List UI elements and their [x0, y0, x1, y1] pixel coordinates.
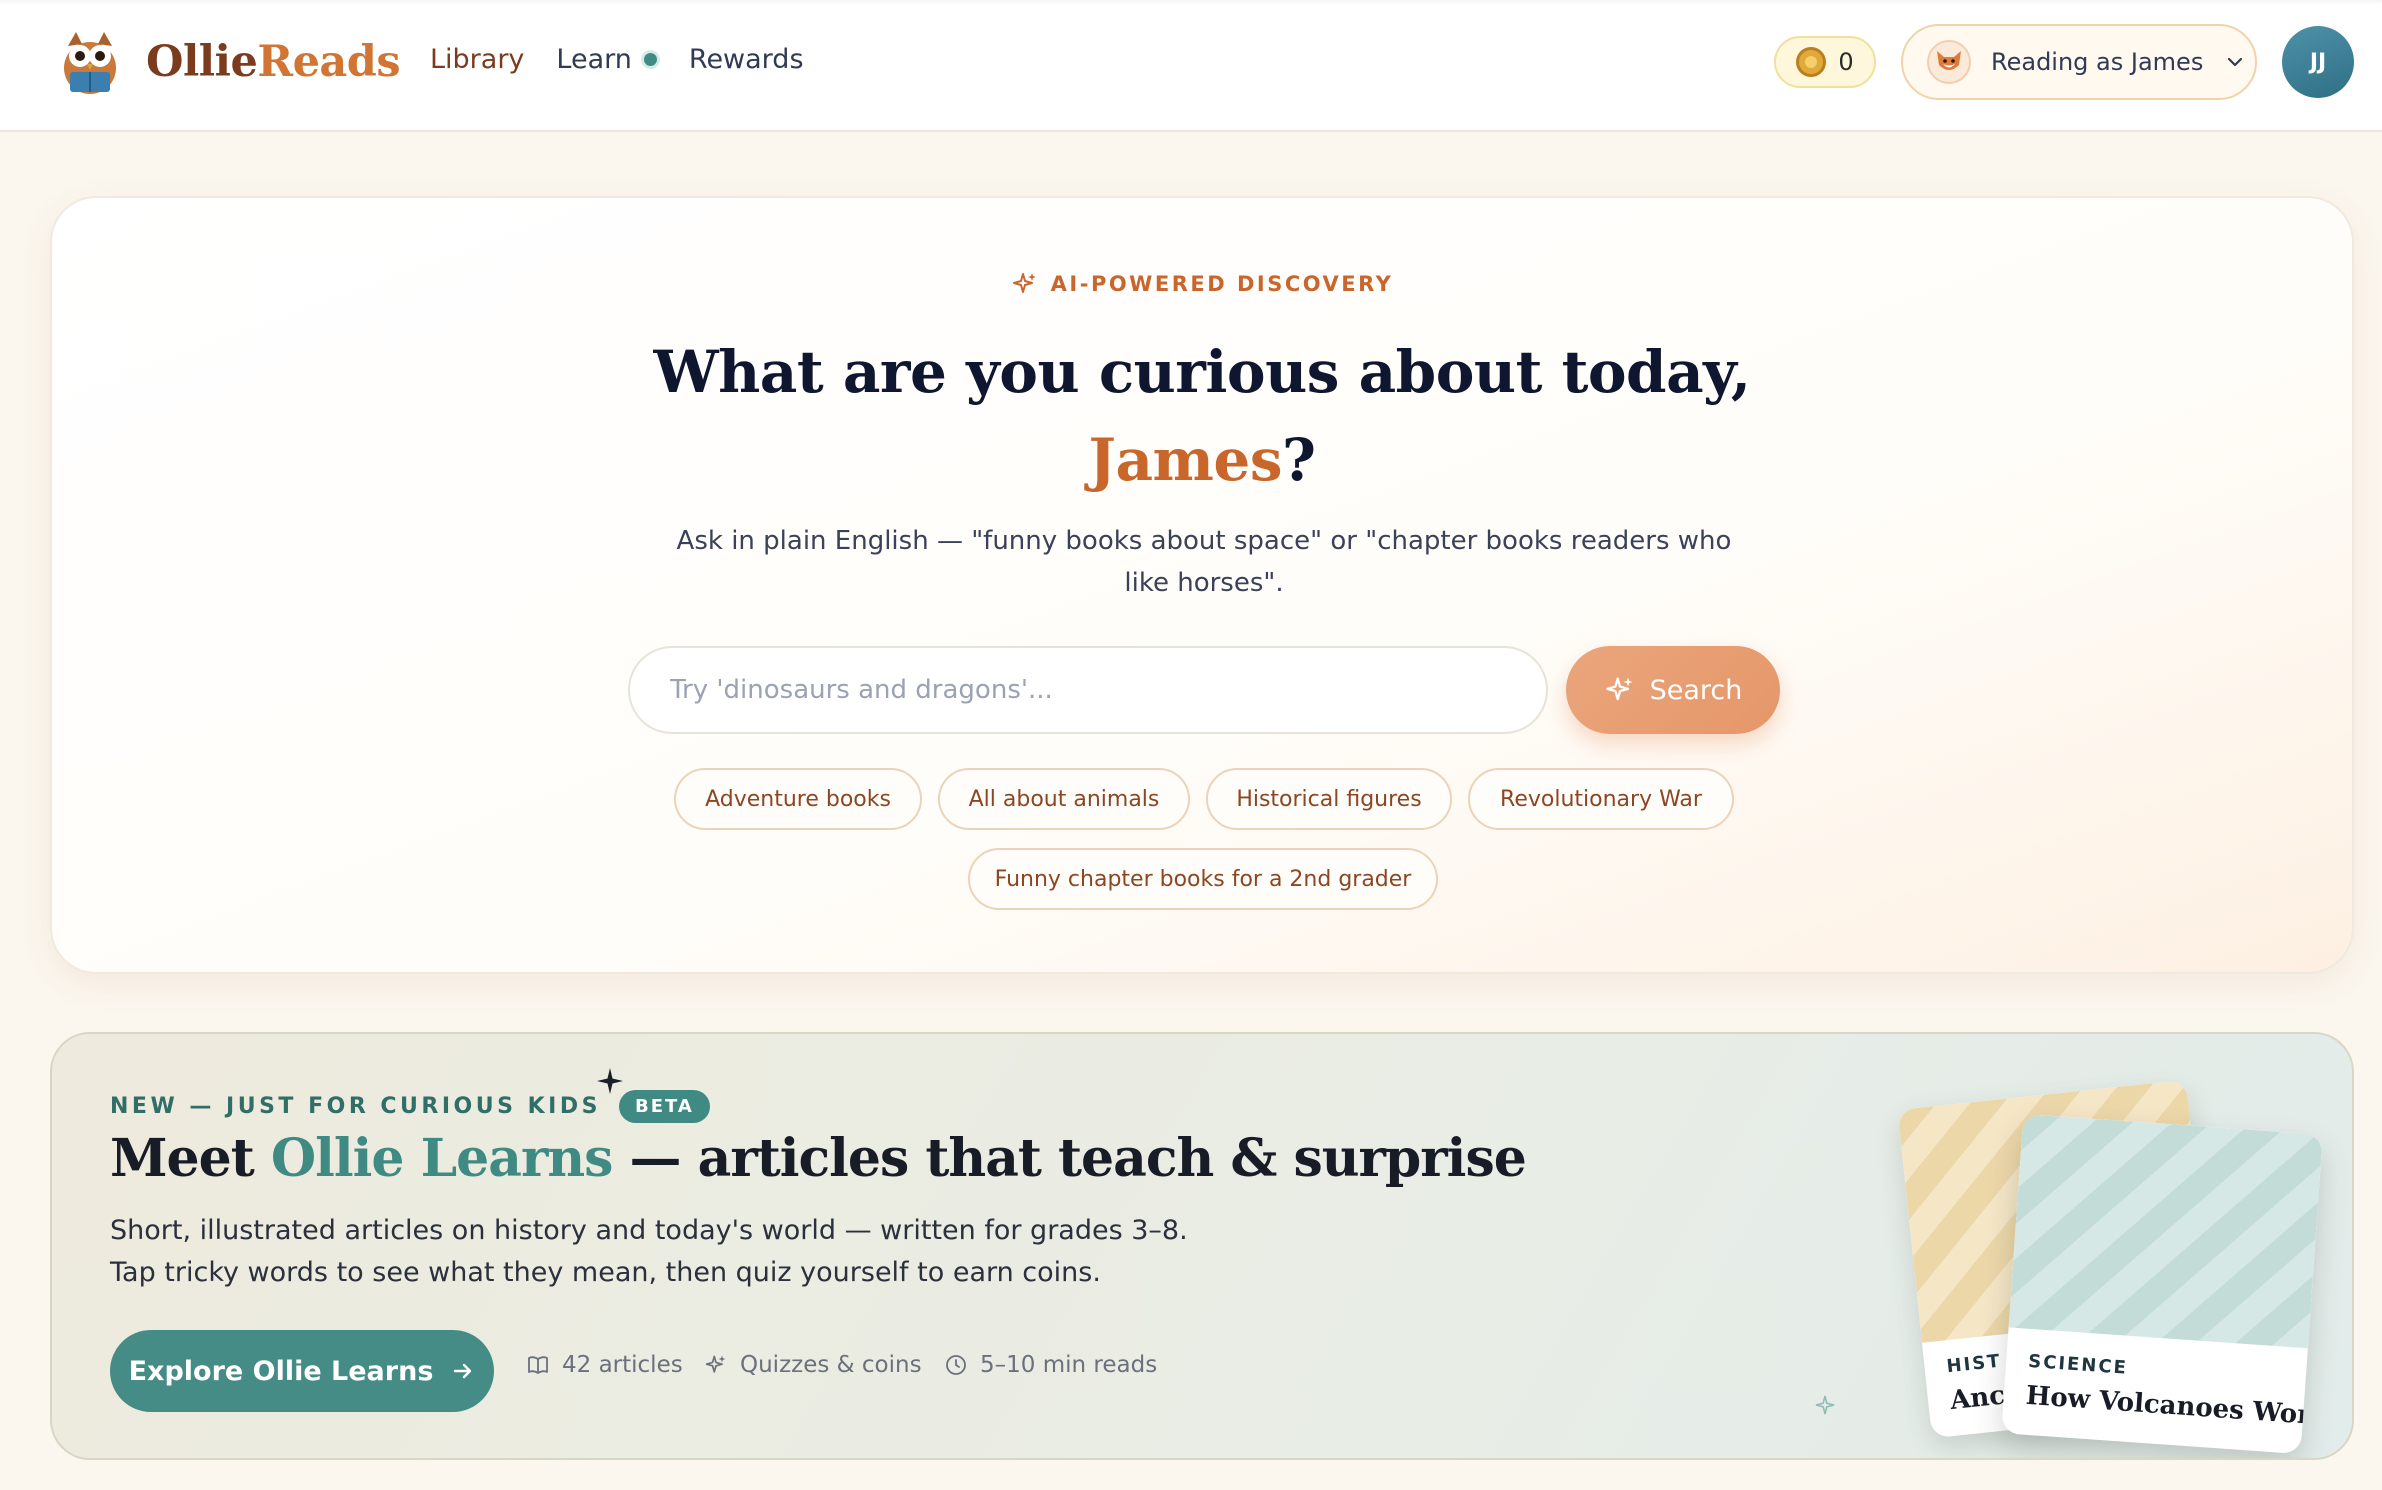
- coin-balance[interactable]: 0: [1774, 36, 1876, 88]
- hero-title-prefix: What are you curious about today,: [653, 338, 1751, 406]
- sparkle-icon: [705, 1355, 726, 1373]
- beta-badge-label: BETA: [634, 1096, 694, 1117]
- hero-title-name: James: [1088, 426, 1283, 494]
- suggestion-chip[interactable]: Historical figures: [1206, 768, 1452, 830]
- sparkle-icon: [1012, 273, 1036, 293]
- learn-title-prefix: Meet: [110, 1128, 271, 1189]
- sparkle-icon: [596, 1068, 623, 1094]
- nav-learn-label: Learn: [556, 44, 632, 75]
- reader-label: Reading as James: [1991, 48, 2204, 76]
- chevron-down-icon: [2228, 57, 2243, 67]
- reader-selector[interactable]: Reading as James: [1901, 24, 2257, 100]
- brand-logo[interactable]: OllieReads: [58, 28, 401, 96]
- discovery-hero: AI-POWERED DISCOVERY What are you curiou…: [50, 196, 2354, 974]
- suggestion-chip[interactable]: Adventure books: [674, 768, 922, 830]
- coin-icon: [1796, 47, 1827, 77]
- suggestion-chip[interactable]: Revolutionary War: [1468, 768, 1734, 830]
- fox-avatar-icon: [1927, 40, 1971, 84]
- top-navbar: OllieReads Library Learn Rewards 0 Readi…: [0, 0, 2382, 132]
- article-category: SCIENCE: [2027, 1350, 2129, 1379]
- learn-title-highlight: Ollie Learns: [270, 1128, 614, 1189]
- hero-subtitle: Ask in plain English — "funny books abou…: [676, 526, 1732, 598]
- article-card-science[interactable]: SCIENCE How Volcanoes Work: [2001, 1113, 2323, 1455]
- book-icon: [528, 1356, 548, 1374]
- explore-button-label: Explore Ollie Learns: [128, 1355, 434, 1387]
- article-illustration: [2008, 1113, 2323, 1349]
- beta-badge: BETA: [596, 1068, 710, 1123]
- arrow-right-icon: [454, 1363, 472, 1379]
- ollie-learns-banner: NEW — JUST FOR CURIOUS KIDS BETA Meet Ol…: [50, 1032, 2354, 1460]
- meta-articles-text: 42 articles: [562, 1352, 683, 1378]
- article-title: How Volcanoes Work: [2024, 1380, 2323, 1432]
- brand-name-part1: Ollie: [146, 37, 258, 87]
- decorative-sparkle-icon: [1815, 1395, 1835, 1415]
- coin-count: 0: [1838, 48, 1854, 76]
- meta-read-time-text: 5–10 min reads: [980, 1352, 1158, 1378]
- hero-title-suffix: ?: [1281, 426, 1316, 494]
- nav-learn-link[interactable]: Learn: [556, 44, 657, 75]
- article-title: Anc: [1948, 1380, 2007, 1417]
- learn-description: Short, illustrated articles on history a…: [110, 1215, 1188, 1288]
- search-button[interactable]: Search: [1566, 646, 1780, 734]
- meta-read-time: 5–10 min reads: [944, 1352, 1157, 1378]
- learn-title: Meet Ollie Learns — articles that teach …: [110, 1128, 1527, 1189]
- learn-title-suffix: — articles that teach & surprise: [612, 1128, 1527, 1189]
- nav-library-link[interactable]: Library: [430, 44, 524, 75]
- meta-quizzes-text: Quizzes & coins: [740, 1352, 922, 1378]
- meta-quizzes: Quizzes & coins: [704, 1352, 922, 1378]
- explore-ollie-learns-button[interactable]: Explore Ollie Learns: [110, 1330, 494, 1412]
- brand-name-part2: Reads: [257, 37, 401, 87]
- hero-title: What are you curious about today, James?: [52, 328, 2352, 504]
- new-indicator-dot: [643, 53, 657, 66]
- meta-articles: 42 articles: [526, 1352, 683, 1378]
- nav-rewards-link[interactable]: Rewards: [689, 44, 804, 75]
- user-avatar[interactable]: JJ: [2282, 26, 2354, 98]
- search-button-label: Search: [1649, 674, 1743, 706]
- owl-reading-icon: [64, 32, 116, 94]
- sparkle-icon: [1605, 677, 1633, 701]
- main-nav: Library Learn Rewards: [430, 44, 836, 75]
- hero-eyebrow: AI-POWERED DISCOVERY: [52, 270, 2352, 298]
- clock-icon: [946, 1355, 966, 1375]
- hero-eyebrow-text: AI-POWERED DISCOVERY: [1050, 272, 1394, 296]
- suggestion-chip[interactable]: All about animals: [938, 768, 1190, 830]
- learn-eyebrow: NEW — JUST FOR CURIOUS KIDS BETA: [110, 1068, 710, 1123]
- suggestion-chip[interactable]: Funny chapter books for a 2nd grader: [968, 848, 1438, 910]
- article-category: HIST: [1945, 1350, 2003, 1378]
- discovery-search-input[interactable]: [628, 646, 1548, 734]
- learn-eyebrow-text: NEW — JUST FOR CURIOUS KIDS: [110, 1094, 601, 1119]
